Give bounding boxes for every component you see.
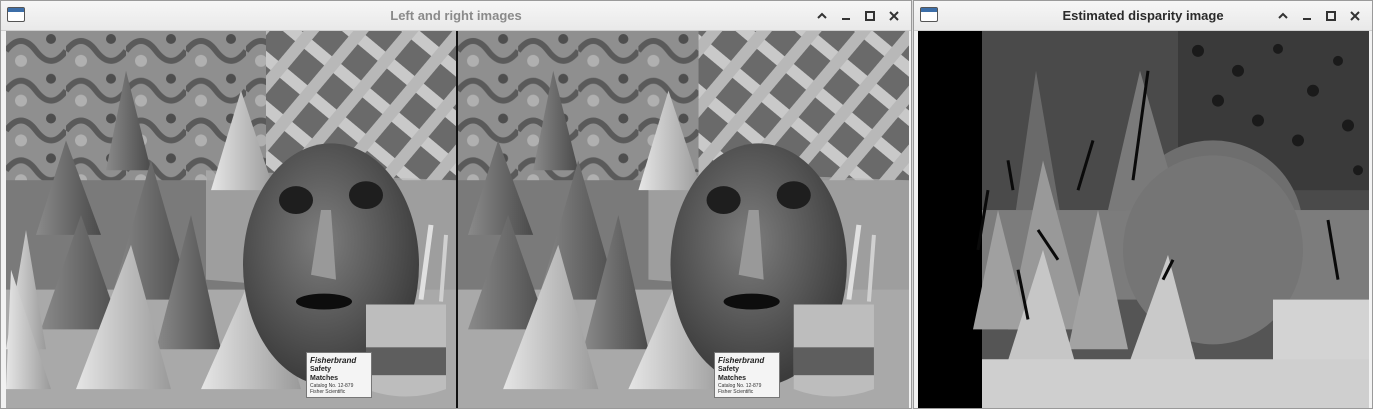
titlebar[interactable]: Left and right images	[1, 1, 911, 31]
match-box-label: Fisherbrand Safety Matches Catalog No. 1…	[714, 352, 780, 398]
box-line2-text: Matches	[718, 375, 747, 382]
shade-button[interactable]	[811, 5, 833, 27]
box-line1-text: Safety	[718, 366, 740, 373]
stereo-image-canvas: Fisherbrand Safety Matches Catalog No. 1…	[1, 31, 911, 408]
maximize-icon	[1326, 11, 1336, 21]
box-maker-text: Fisher Scientific	[310, 389, 346, 395]
close-button[interactable]	[1344, 5, 1366, 27]
maximize-button[interactable]	[1320, 5, 1342, 27]
match-box-label: Fisherbrand Safety Matches Catalog No. 1…	[306, 352, 372, 398]
box-brand-text: Fisherbrand	[718, 356, 765, 365]
window-controls	[1272, 5, 1366, 27]
box-line1-text: Safety	[310, 366, 332, 373]
box-brand-text: Fisherbrand	[310, 356, 357, 365]
right-image: Fisherbrand Safety Matches Catalog No. 1…	[458, 31, 909, 408]
maximize-button[interactable]	[859, 5, 881, 27]
disparity-image	[918, 31, 1369, 408]
close-icon	[1350, 11, 1360, 21]
chevron-up-icon	[1278, 12, 1288, 19]
minimize-icon	[842, 18, 850, 20]
box-line2-text: Matches	[310, 375, 339, 382]
disparity-canvas	[914, 31, 1372, 408]
box-maker-text: Fisher Scientific	[718, 389, 754, 395]
left-image: Fisherbrand Safety Matches Catalog No. 1…	[6, 31, 456, 408]
close-icon	[889, 11, 899, 21]
minimize-icon	[1303, 18, 1311, 20]
minimize-button[interactable]	[1296, 5, 1318, 27]
left-right-images-window: Left and right images Fisherbrand Safety…	[0, 0, 912, 409]
chevron-up-icon	[817, 12, 827, 19]
window-title: Left and right images	[390, 8, 522, 23]
close-button[interactable]	[883, 5, 905, 27]
titlebar[interactable]: Estimated disparity image	[914, 1, 1372, 31]
minimize-button[interactable]	[835, 5, 857, 27]
window-controls	[811, 5, 905, 27]
disparity-window: Estimated disparity image	[913, 0, 1373, 409]
shade-button[interactable]	[1272, 5, 1294, 27]
maximize-icon	[865, 11, 875, 21]
